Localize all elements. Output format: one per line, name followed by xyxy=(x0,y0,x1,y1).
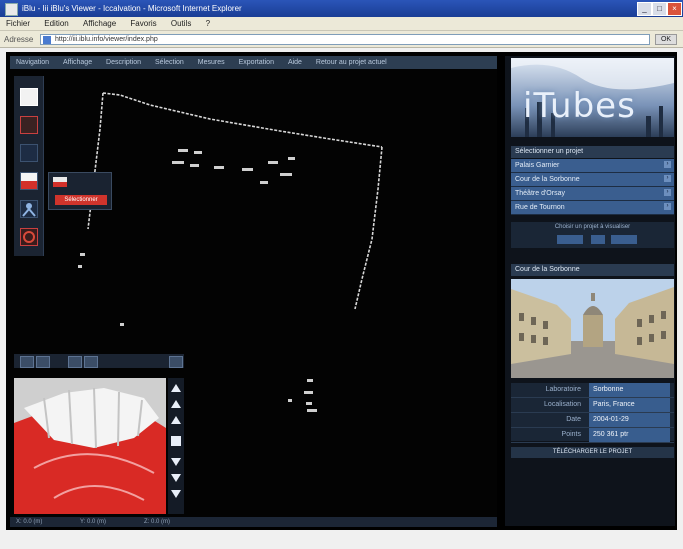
info-row: Points 250 361 ptr xyxy=(511,428,674,443)
address-value: http://iii.iblu.info/viewer/index.php xyxy=(55,36,158,43)
go-button[interactable]: OK xyxy=(655,34,677,45)
blue-tool-icon[interactable] xyxy=(20,144,38,162)
menu-help[interactable]: ? xyxy=(200,17,216,31)
address-input[interactable]: http://iii.iblu.info/viewer/index.php xyxy=(40,34,650,45)
status-y: Y: 0.0 (m) xyxy=(80,519,107,525)
info-value: 250 361 ptr xyxy=(589,428,670,442)
arrow-down-icon[interactable] xyxy=(171,458,181,466)
tool-popup: Sélectionner xyxy=(48,172,112,210)
minimap-view[interactable] xyxy=(14,378,166,514)
minimap-nav-strip xyxy=(168,378,184,514)
nav-exportation[interactable]: Exportation xyxy=(233,56,280,69)
pager-label: Choisir un projet à visualiser xyxy=(554,224,631,230)
nav-selection[interactable]: Sélection xyxy=(149,56,190,69)
nav-mesures[interactable]: Mesures xyxy=(192,56,231,69)
arrow-up-icon[interactable] xyxy=(171,384,181,392)
browser-app-icon xyxy=(5,3,18,16)
arrow-up-icon[interactable] xyxy=(171,416,181,424)
status-z: Z: 0.0 (m) xyxy=(144,519,171,525)
info-row: Localisation Paris, France xyxy=(511,398,674,413)
project-pager: Choisir un projet à visualiser xyxy=(511,222,674,248)
info-key: Localisation xyxy=(544,401,581,408)
info-value: Sorbonne xyxy=(589,383,670,397)
browser-addressbar: Adresse http://iii.iblu.info/viewer/inde… xyxy=(0,31,683,48)
project-item[interactable]: Cour de la Sorbonne › xyxy=(511,173,674,187)
nav-affichage[interactable]: Affichage xyxy=(57,56,98,69)
tool-palette xyxy=(14,76,44,256)
rewind-icon[interactable] xyxy=(20,356,34,368)
browser-menubar: Fichier Edition Affichage Favoris Outils… xyxy=(0,17,683,31)
nav-aide[interactable]: Aide xyxy=(282,56,308,69)
open-icon[interactable]: › xyxy=(664,175,671,182)
project-item[interactable]: Théâtre d'Orsay › xyxy=(511,187,674,201)
project-label: Palais Garnier xyxy=(515,162,560,169)
play-icon[interactable] xyxy=(68,356,82,368)
project-photo xyxy=(511,279,674,378)
info-value: 2004-01-29 xyxy=(589,413,670,427)
step-forward-icon[interactable] xyxy=(84,356,98,368)
flag-icon[interactable] xyxy=(20,172,38,190)
project-section-title: Sélectionner un projet xyxy=(511,146,674,158)
select-button[interactable]: Sélectionner xyxy=(55,195,107,205)
close-minimap-icon[interactable] xyxy=(169,356,183,368)
address-label: Adresse xyxy=(4,35,34,44)
download-project-button[interactable]: TÉLÉCHARGER LE PROJET xyxy=(511,447,674,458)
coordinate-statusbar: X: 0.0 (m) Y: 0.0 (m) Z: 0.0 (m) xyxy=(10,517,497,527)
prev-button[interactable] xyxy=(557,235,583,244)
window-title: iBlu - Iii iBlu's Viewer - Iccalvation -… xyxy=(22,4,242,13)
nav-description[interactable]: Description xyxy=(100,56,147,69)
arrow-down-icon[interactable] xyxy=(171,474,181,482)
open-icon[interactable]: › xyxy=(664,161,671,168)
nav-navigation[interactable]: Navigation xyxy=(10,56,55,69)
brand-title: iTubes xyxy=(523,86,636,126)
project-item[interactable]: Palais Garnier › xyxy=(511,159,674,173)
step-back-icon[interactable] xyxy=(36,356,50,368)
project-list: Palais Garnier › Cour de la Sorbonne › Thé… xyxy=(511,159,674,215)
info-value: Paris, France xyxy=(589,398,670,412)
info-row: Date 2004-01-29 xyxy=(511,413,674,428)
menu-fichier[interactable]: Fichier xyxy=(0,17,36,31)
brand-banner: iTubes xyxy=(511,58,674,137)
arrow-down-icon[interactable] xyxy=(171,490,181,498)
info-key: Laboratoire xyxy=(545,386,581,393)
open-icon[interactable]: › xyxy=(664,189,671,196)
close-button[interactable]: × xyxy=(667,2,682,16)
app-navbar: Navigation Affichage Description Sélecti… xyxy=(10,56,497,69)
maximize-button[interactable]: □ xyxy=(652,2,667,16)
info-key: Date xyxy=(566,416,581,423)
browser-statusbar xyxy=(0,532,683,549)
project-label: Cour de la Sorbonne xyxy=(515,176,580,183)
open-icon[interactable]: › xyxy=(664,203,671,210)
status-x: X: 0.0 (m) xyxy=(16,519,43,525)
page-button[interactable] xyxy=(591,235,605,244)
menu-edition[interactable]: Edition xyxy=(38,17,74,31)
menu-affichage[interactable]: Affichage xyxy=(77,17,122,31)
red-tool-icon[interactable] xyxy=(20,116,38,134)
minimize-button[interactable]: _ xyxy=(637,2,652,16)
person-icon[interactable] xyxy=(20,200,38,218)
project-label: Théâtre d'Orsay xyxy=(515,190,565,197)
project-item[interactable]: Rue de Tournon › xyxy=(511,201,674,215)
arrow-up-icon[interactable] xyxy=(171,400,181,408)
stop-icon[interactable] xyxy=(171,436,181,446)
browser-titlebar: iBlu - Iii iBlu's Viewer - Iccalvation -… xyxy=(0,0,683,17)
project-info-table: Laboratoire Sorbonne Localisation Paris, F… xyxy=(511,383,674,443)
info-key: Points xyxy=(561,431,581,438)
project-label: Rue de Tournon xyxy=(515,204,565,211)
target-icon[interactable] xyxy=(20,228,38,246)
next-button[interactable] xyxy=(611,235,637,244)
minimap-controls xyxy=(14,354,184,368)
wrench-icon[interactable] xyxy=(20,88,38,106)
project-detail-title: Cour de la Sorbonne xyxy=(511,264,674,276)
minimap-render xyxy=(14,378,166,514)
page-icon xyxy=(43,36,51,44)
flag-icon xyxy=(53,177,67,187)
menu-favoris[interactable]: Favoris xyxy=(124,17,162,31)
nav-retour[interactable]: Retour au projet actuel xyxy=(310,56,393,69)
info-row: Laboratoire Sorbonne xyxy=(511,383,674,398)
menu-outils[interactable]: Outils xyxy=(165,17,197,31)
